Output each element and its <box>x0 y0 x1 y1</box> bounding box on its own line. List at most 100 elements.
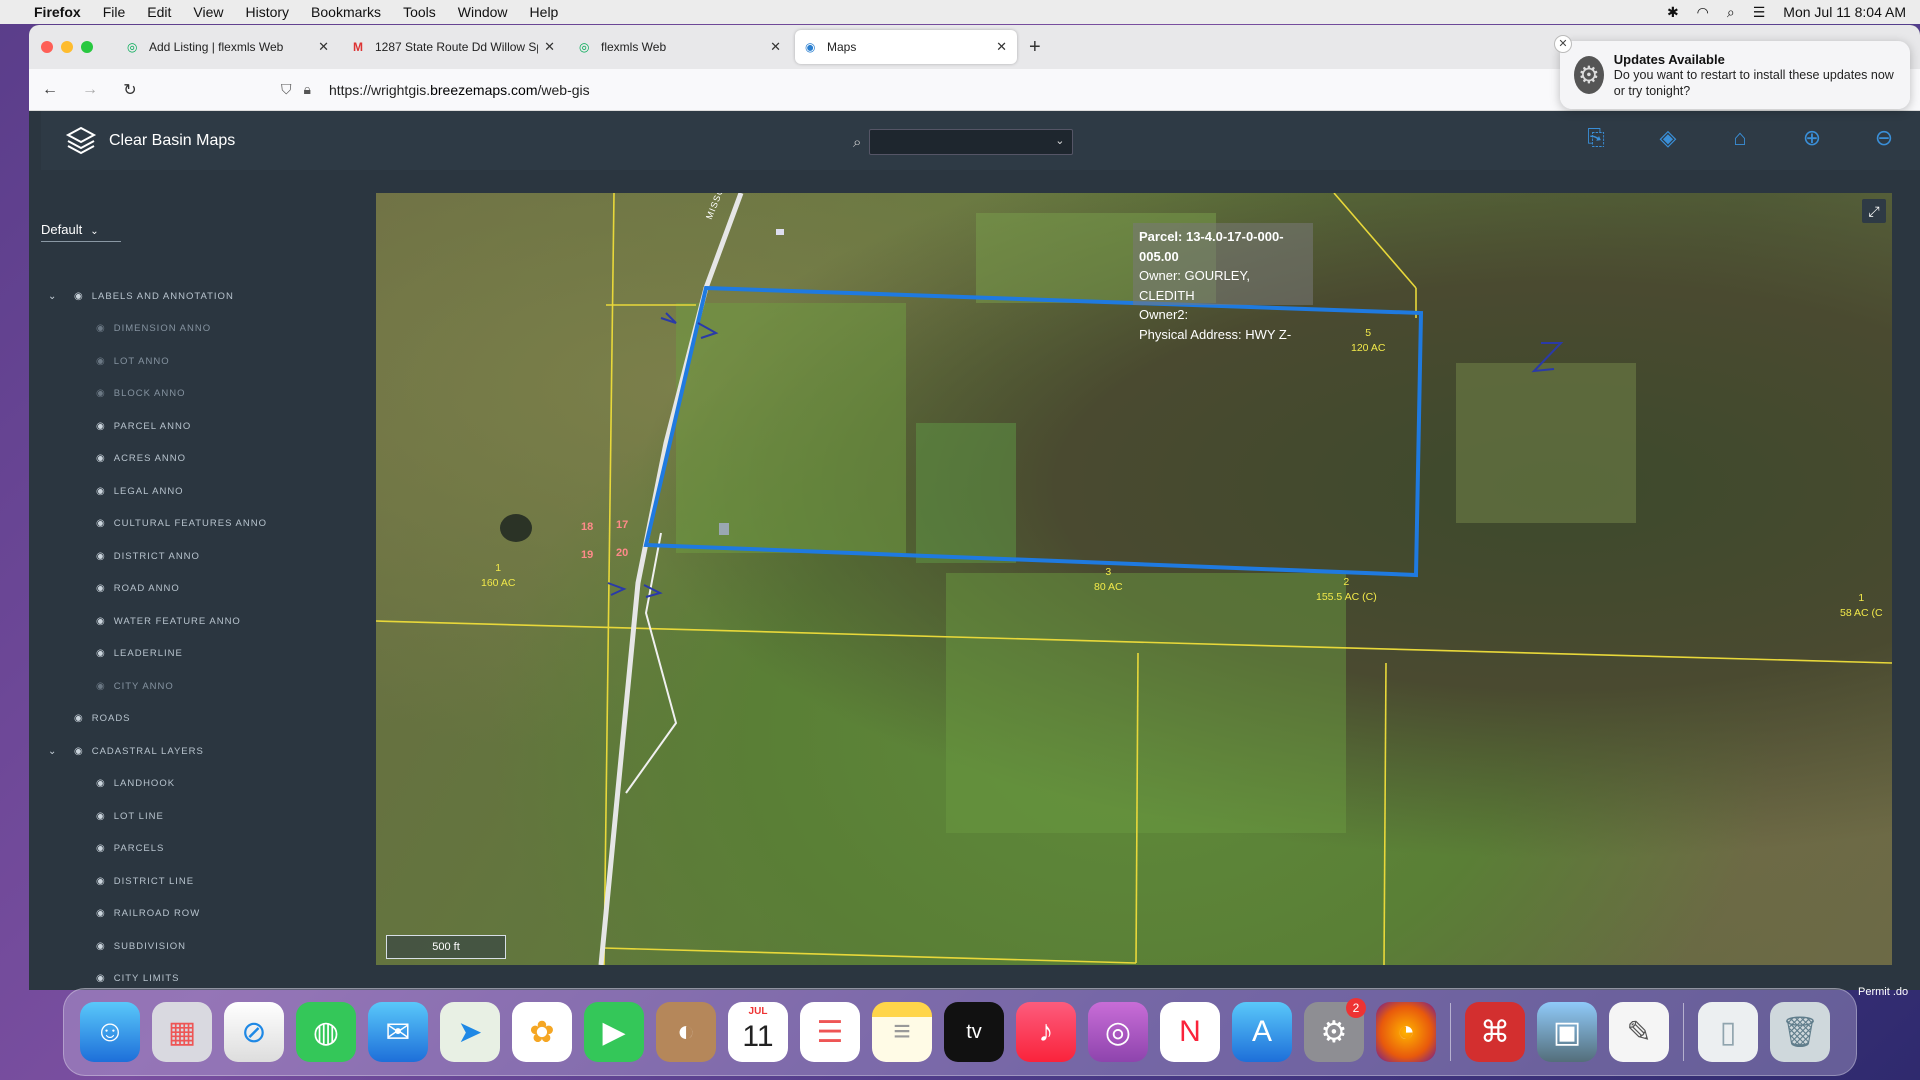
zoom-in-icon[interactable]: ⊕ <box>1776 125 1848 151</box>
visibility-eye-icon[interactable]: ◉ <box>96 616 106 627</box>
layer-row[interactable]: ◉ RAILROAD ROW <box>29 898 379 931</box>
acrobat-icon[interactable]: ⌘ <box>1465 1002 1525 1062</box>
reminders-icon[interactable]: ☰ <box>800 1002 860 1062</box>
close-tab-icon[interactable]: ✕ <box>996 39 1007 55</box>
close-tab-icon[interactable]: ✕ <box>544 39 555 55</box>
minimize-window-button[interactable] <box>61 41 73 53</box>
layer-row[interactable]: ◉ PARCELS <box>29 833 379 866</box>
contacts-icon[interactable]: ◐ <box>656 1002 716 1062</box>
visibility-eye-icon[interactable]: ◉ <box>96 941 106 952</box>
layer-row[interactable]: ◉ LOT LINE <box>29 800 379 833</box>
visibility-eye-icon[interactable]: ◉ <box>96 681 106 692</box>
layer-row[interactable]: ⌄ ◉ LABELS AND ANNOTATION <box>29 280 379 313</box>
layer-row[interactable]: ◉ DISTRICT LINE <box>29 865 379 898</box>
visibility-eye-icon[interactable]: ◉ <box>96 486 106 497</box>
visibility-eye-icon[interactable]: ◉ <box>96 518 106 529</box>
control-center-icon[interactable]: ☰ <box>1753 4 1766 21</box>
layer-row[interactable]: ◉ DISTRICT ANNO <box>29 540 379 573</box>
visibility-eye-icon[interactable]: ◉ <box>74 291 84 302</box>
layer-row[interactable]: ◉ BLOCK ANNO <box>29 378 379 411</box>
menu-clock[interactable]: Mon Jul 11 8:04 AM <box>1783 4 1906 20</box>
visibility-eye-icon[interactable]: ◉ <box>96 421 106 432</box>
visibility-eye-icon[interactable]: ◉ <box>96 908 106 919</box>
visibility-eye-icon[interactable]: ◉ <box>96 583 106 594</box>
url-bar[interactable]: ⛉ 🔒︎ https://wrightgis.breezemaps.com/we… <box>281 81 590 98</box>
menu-app-name[interactable]: Firefox <box>34 4 81 20</box>
url-text[interactable]: https://wrightgis.breezemaps.com/web-gis <box>329 82 590 98</box>
calendar-icon[interactable]: JUL 11 <box>728 1002 788 1062</box>
mail-icon[interactable]: ✉ <box>368 1002 428 1062</box>
layer-row[interactable]: ⌄ ◉ CADASTRAL LAYERS <box>29 735 379 768</box>
menu-bookmarks[interactable]: Bookmarks <box>311 4 381 20</box>
layer-row[interactable]: ◉ LANDHOOK <box>29 768 379 801</box>
home-icon[interactable]: ⌂ <box>1704 125 1776 151</box>
layers-icon[interactable]: ◈ <box>1632 125 1704 151</box>
textedit-icon[interactable]: ✎ <box>1609 1002 1669 1062</box>
layer-row[interactable]: ◉ CITY ANNO <box>29 670 379 703</box>
maps-icon[interactable]: ➤ <box>440 1002 500 1062</box>
layer-row[interactable]: ◉ LOT ANNO <box>29 345 379 378</box>
layer-row[interactable]: ◉ LEADERLINE <box>29 638 379 671</box>
visibility-eye-icon[interactable]: ◉ <box>74 746 84 757</box>
launchpad-icon[interactable]: ▦ <box>152 1002 212 1062</box>
firefox-icon[interactable]: ◔ <box>1376 1002 1436 1062</box>
layer-row[interactable]: ›◉ROADS <box>29 703 379 736</box>
system-preferences-icon[interactable]: ⚙ 2 <box>1304 998 1366 1062</box>
visibility-eye-icon[interactable]: ◉ <box>96 551 106 562</box>
fullscreen-icon[interactable]: ⤢ <box>1862 199 1886 223</box>
parcel-info-popup[interactable]: Parcel: 13-4.0-17-0-000-005.00 Owner: GO… <box>1133 223 1313 342</box>
reload-icon[interactable]: ↻ <box>121 80 139 100</box>
visibility-eye-icon[interactable]: ◉ <box>74 713 84 724</box>
menu-edit[interactable]: Edit <box>147 4 171 20</box>
layer-row[interactable]: ◉ CITY LIMITS <box>29 963 379 991</box>
visibility-eye-icon[interactable]: ◉ <box>96 778 106 789</box>
tab-gmail[interactable]: M 1287 State Route Dd Willow Spr ✕ <box>343 30 565 64</box>
visibility-eye-icon[interactable]: ◉ <box>96 811 106 822</box>
menu-file[interactable]: File <box>103 4 126 20</box>
visibility-eye-icon[interactable]: ◉ <box>96 323 106 334</box>
document-icon[interactable]: ▯ <box>1698 1002 1758 1062</box>
preview-icon[interactable]: ▣ <box>1537 1002 1597 1062</box>
visibility-eye-icon[interactable]: ◉ <box>96 388 106 399</box>
lock-icon[interactable]: 🔒︎ <box>304 81 311 98</box>
notes-icon[interactable]: ≡ <box>872 1002 932 1062</box>
menu-tools[interactable]: Tools <box>403 4 436 20</box>
music-icon[interactable]: ♪ <box>1016 1002 1076 1062</box>
layer-row[interactable]: ◉ CULTURAL FEATURES ANNO <box>29 508 379 541</box>
zoom-window-button[interactable] <box>81 41 93 53</box>
zoom-out-icon[interactable]: ⊖ <box>1848 125 1920 151</box>
chevron-down-icon[interactable]: ⌄ <box>48 291 60 302</box>
export-icon[interactable]: ⎘ <box>1560 125 1632 151</box>
messages-icon[interactable]: ◍ <box>296 1002 356 1062</box>
visibility-eye-icon[interactable]: ◉ <box>96 356 106 367</box>
close-window-button[interactable] <box>41 41 53 53</box>
menu-window[interactable]: Window <box>458 4 508 20</box>
layer-row[interactable]: ◉ DIMENSION ANNO <box>29 313 379 346</box>
safari-icon[interactable]: ⊘ <box>224 1002 284 1062</box>
layer-row[interactable]: ◉ ROAD ANNO <box>29 573 379 606</box>
visibility-eye-icon[interactable]: ◉ <box>96 973 106 984</box>
update-notification[interactable]: ✕ ⚙ Updates Available Do you want to res… <box>1554 35 1910 109</box>
preset-select[interactable]: Default ⌄ <box>41 222 121 242</box>
map-view[interactable]: MISSOURI Parcel: 13-4.0-17-0-000-005.00 … <box>376 193 1892 965</box>
tab-flexmls[interactable]: ◎ flexmls Web ✕ <box>569 30 791 64</box>
menu-history[interactable]: History <box>245 4 289 20</box>
menu-view[interactable]: View <box>193 4 223 20</box>
search-select[interactable]: ⌄ <box>869 129 1074 155</box>
wifi-icon[interactable]: ◠ <box>1697 4 1709 21</box>
podcasts-icon[interactable]: ◎ <box>1088 1002 1148 1062</box>
news-icon[interactable]: N <box>1160 1002 1220 1062</box>
tab-add-listing[interactable]: ◎ Add Listing | flexmls Web ✕ <box>117 30 339 64</box>
spotlight-search-icon[interactable]: ⌕ <box>1727 4 1735 21</box>
chevron-down-icon[interactable]: ⌄ <box>48 746 60 757</box>
layer-row[interactable]: ◉ WATER FEATURE ANNO <box>29 605 379 638</box>
app-store-icon[interactable]: A <box>1232 1002 1292 1062</box>
facetime-icon[interactable]: ▶ <box>584 1002 644 1062</box>
visibility-eye-icon[interactable]: ◉ <box>96 843 106 854</box>
layer-row[interactable]: ◉ PARCEL ANNO <box>29 410 379 443</box>
close-notification-icon[interactable]: ✕ <box>1554 35 1572 53</box>
shield-icon[interactable]: ⛉ <box>281 81 292 98</box>
photos-icon[interactable]: ✿ <box>512 1002 572 1062</box>
close-tab-icon[interactable]: ✕ <box>318 39 329 55</box>
visibility-eye-icon[interactable]: ◉ <box>96 876 106 887</box>
